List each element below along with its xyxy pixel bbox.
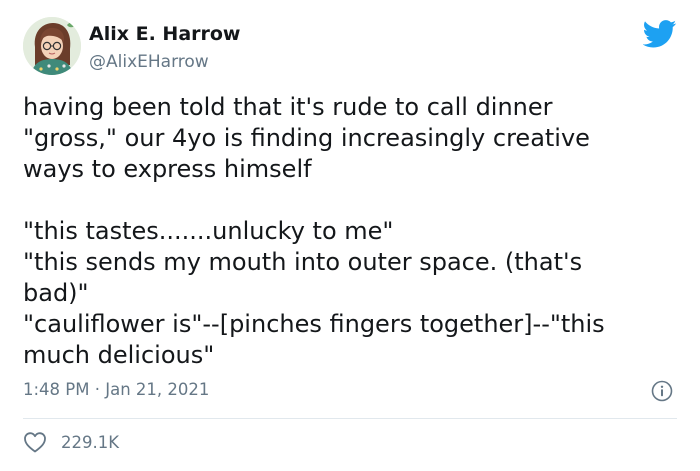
tweet-line: "cauliflower is"--[pinches fingers toget… xyxy=(23,310,605,338)
avatar[interactable] xyxy=(23,17,81,75)
tweet-line: much delicious" xyxy=(23,341,215,369)
tweet-timestamp[interactable]: 1:48 PM · Jan 21, 2021 xyxy=(23,380,209,399)
tweet-line: "this tastes.......unlucky to me" xyxy=(23,217,394,245)
paragraph-spacer xyxy=(23,185,673,216)
divider xyxy=(23,418,677,419)
info-icon[interactable] xyxy=(651,380,673,402)
tweet-line: bad)" xyxy=(23,279,89,307)
meta-separator: · xyxy=(94,380,100,399)
author-handle[interactable]: @AlixEHarrow xyxy=(89,52,209,72)
author-display-name[interactable]: Alix E. Harrow xyxy=(89,23,240,45)
tweet-time: 1:48 PM xyxy=(23,380,90,399)
tweet-date: Jan 21, 2021 xyxy=(105,380,210,399)
like-button[interactable]: 229.1K xyxy=(23,430,119,454)
tweet-line: "this sends my mouth into outer space. (… xyxy=(23,248,583,276)
avatar-illustration xyxy=(23,17,81,75)
twitter-bird-icon[interactable] xyxy=(642,20,677,48)
like-count: 229.1K xyxy=(61,432,120,452)
tweet-line: "gross," our 4yo is finding increasingly… xyxy=(23,124,590,152)
heart-icon xyxy=(24,432,46,453)
tweet-text: having been told that it's rude to call … xyxy=(23,92,673,371)
tweet-line: having been told that it's rude to call … xyxy=(23,93,553,121)
tweet-line: ways to express himself xyxy=(23,155,312,183)
